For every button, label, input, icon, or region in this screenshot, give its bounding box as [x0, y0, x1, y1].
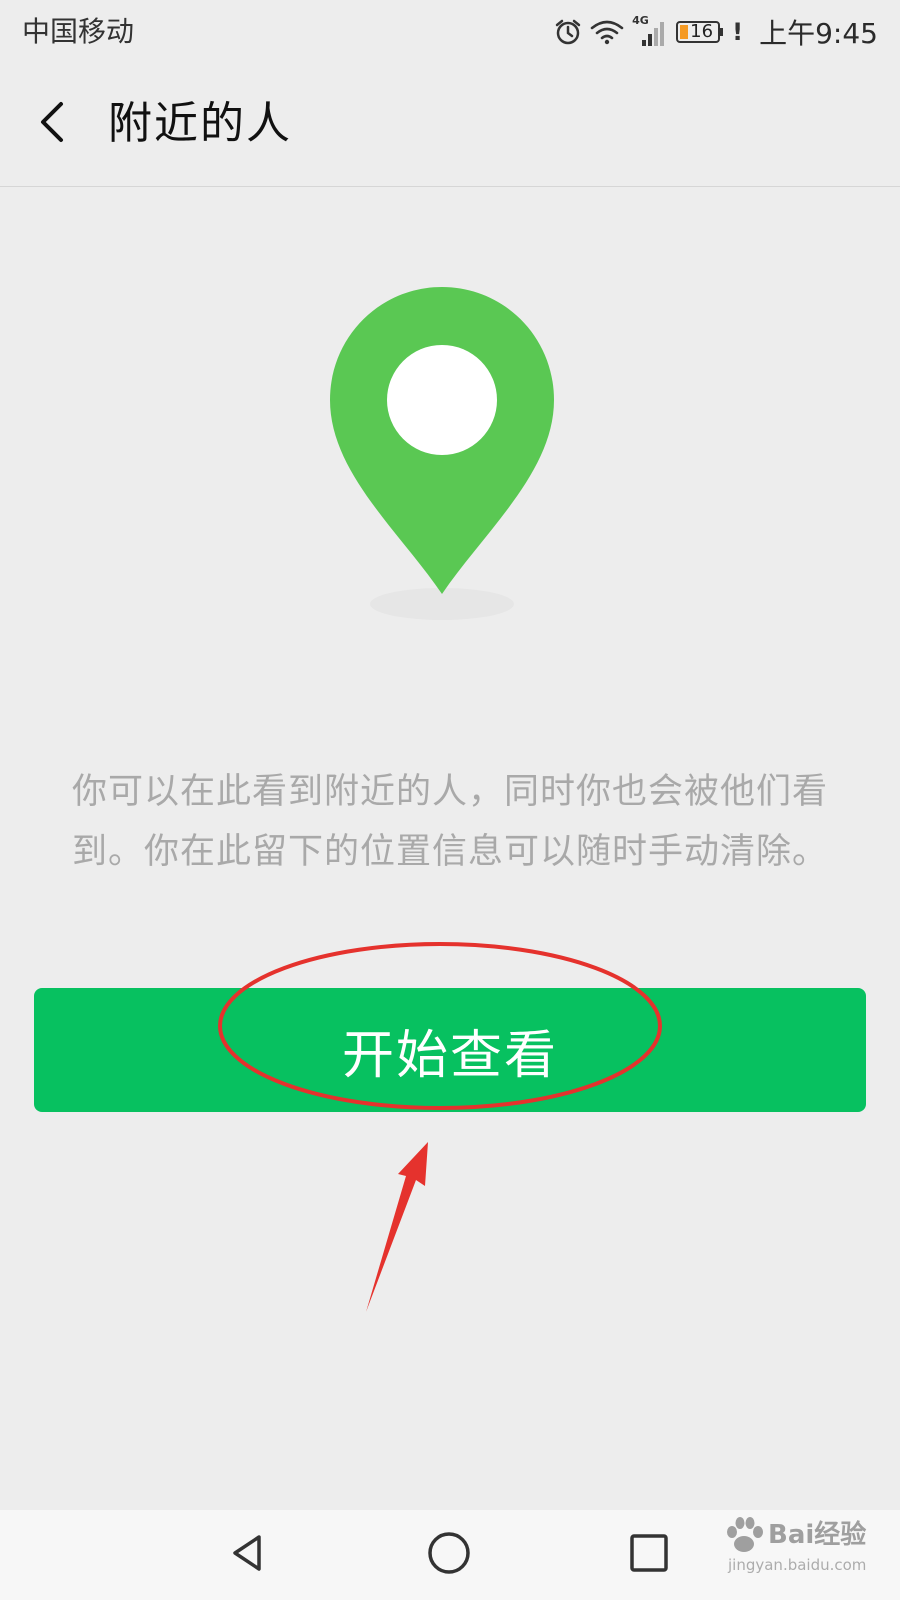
wifi-icon — [590, 18, 624, 46]
description-text: 你可以在此看到附近的人，同时你也会被他们看到。你在此留下的位置信息可以随时手动清… — [71, 772, 828, 872]
alarm-clock-icon — [554, 18, 582, 46]
navigation-bar: 附近的人 — [0, 64, 900, 187]
triangle-back-icon — [225, 1531, 269, 1579]
status-bar: 中国移动 4G 16 ! 上午9:45 — [0, 0, 900, 64]
system-recents-button[interactable] — [622, 1528, 676, 1582]
square-recents-icon — [628, 1532, 670, 1578]
battery-level: 16 — [690, 21, 714, 42]
watermark-brand: Bai经验 — [768, 1520, 867, 1550]
battery-icon: 16 — [676, 20, 724, 44]
clock-time: 上午9:45 — [759, 17, 878, 50]
carrier-name: 中国移动 — [22, 15, 135, 48]
circle-home-icon — [426, 1530, 472, 1580]
status-icons: 4G 16 ! 上午9:45 — [554, 12, 878, 52]
location-illustration — [320, 282, 580, 632]
location-pin-icon — [330, 287, 554, 620]
watermark-url: jingyan.baidu.com — [728, 1556, 867, 1574]
back-button[interactable] — [22, 92, 82, 156]
system-home-button[interactable] — [422, 1528, 476, 1582]
page-title: 附近的人 — [108, 98, 292, 149]
chevron-left-icon — [37, 100, 67, 148]
paw-logo-icon — [727, 1517, 763, 1552]
system-back-button[interactable] — [220, 1528, 274, 1582]
start-viewing-button[interactable]: 开始查看 — [34, 988, 866, 1112]
annotation-arrow — [366, 1142, 428, 1312]
cellular-signal-icon: 4G — [632, 14, 668, 48]
baidu-jingyan-watermark: Bai经验 jingyan.baidu.com — [720, 1506, 886, 1586]
start-viewing-label: 开始查看 — [341, 1025, 558, 1086]
alert-indicator: ! — [732, 18, 744, 46]
